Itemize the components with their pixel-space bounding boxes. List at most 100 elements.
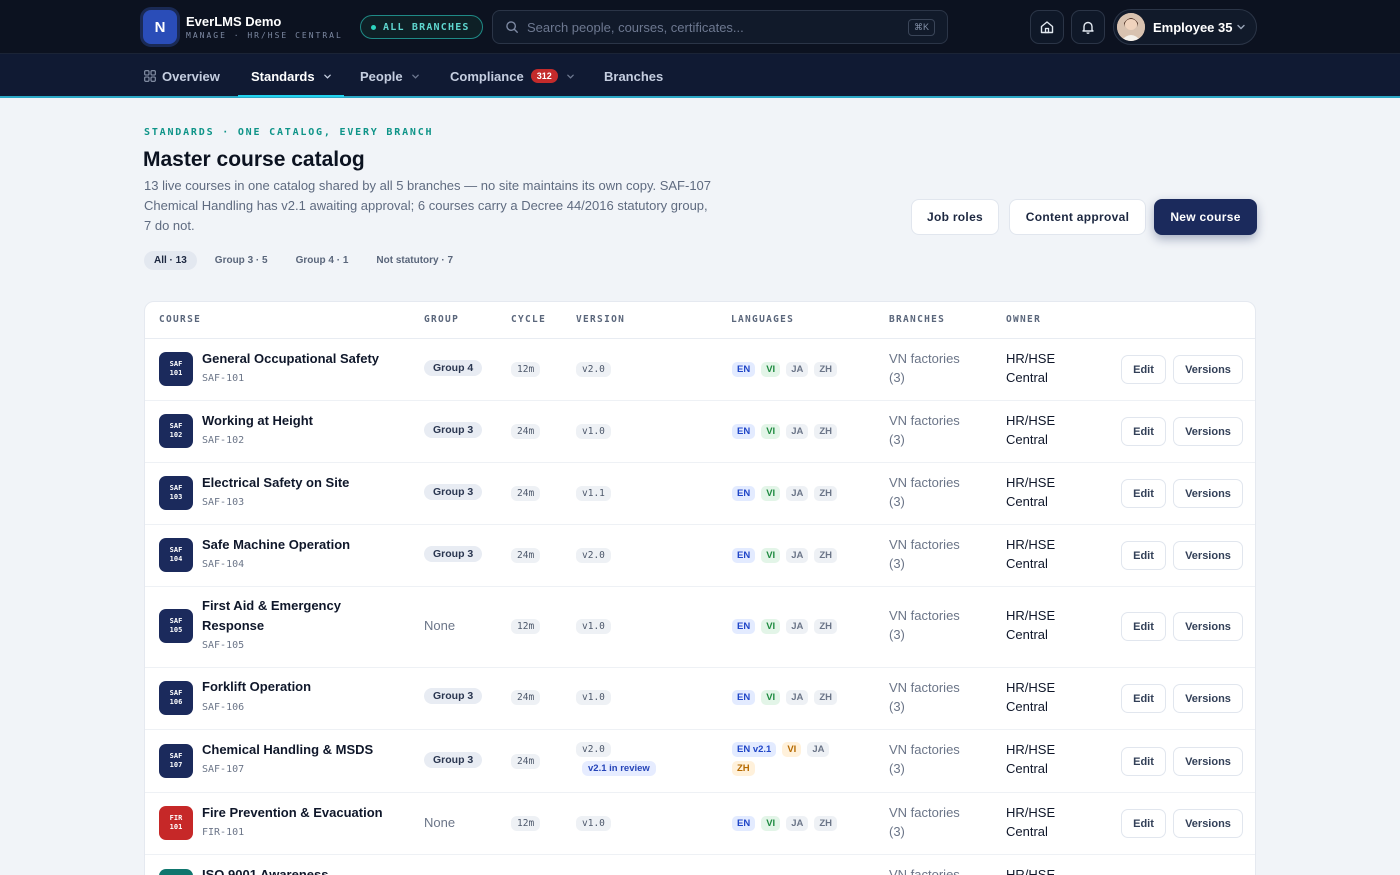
lang-tag: JA [786,486,809,501]
group-badge: Group 3 [424,484,483,500]
course-icon: SAF 107 [159,744,193,778]
nav-compliance[interactable]: Compliance 312 [450,54,575,98]
search-input[interactable] [527,19,908,35]
course-name[interactable]: Working at Height [202,411,313,431]
course-code: SAF-106 [202,702,245,713]
versions-button[interactable]: Versions [1173,417,1243,446]
owner-cell: HR/HSE Central [1006,742,1056,776]
filter-group-3[interactable]: Group 3 · 5 [205,251,278,270]
versions-button[interactable]: Versions [1173,541,1243,570]
edit-button[interactable]: Edit [1121,684,1166,713]
nav-people[interactable]: People [360,54,420,98]
branches-cell: VN factories (3) [889,351,960,385]
course-icon: SAF 103 [159,476,193,510]
course-name[interactable]: First Aid & Emergency Response [202,596,341,636]
page-description: 13 live courses in one catalog shared by… [144,178,712,233]
nav-overview[interactable]: Overview [144,54,220,98]
column-branches: BRANCHES [889,314,946,325]
language-tags: EN VI JA ZH [732,424,838,439]
user-menu[interactable]: Employee 35 [1113,9,1257,45]
edit-button[interactable]: Edit [1121,809,1166,838]
filter-group-4[interactable]: Group 4 · 1 [286,251,359,270]
owner-cell: HR/HSE Central [1006,537,1056,571]
nav-standards[interactable]: Standards [251,54,332,98]
branch-scope-pill[interactable]: ALL BRANCHES [360,15,483,39]
chevron-down-icon [323,74,331,79]
search-bar[interactable]: ⌘K [492,10,948,44]
lang-tag: ZH [814,362,838,377]
owner-cell: HR/HSE Central [1006,608,1056,642]
grid-icon [144,70,156,82]
page-title: Master course catalog [143,148,365,171]
top-bar: N EverLMS Demo MANAGE · HR/HSE CENTRAL A… [0,0,1400,54]
cycle-tag: 24m [511,486,541,501]
course-name[interactable]: Forklift Operation [202,677,311,697]
lang-tag: VI [761,548,781,563]
nav-compliance-label: Compliance [450,68,524,84]
version-tag: v1.0 [576,424,611,439]
filter-all[interactable]: All · 13 [144,251,197,270]
edit-button[interactable]: Edit [1121,747,1166,776]
owner-cell: HR/HSE Central [1006,805,1056,839]
table-row[interactable]: SAF 107 Chemical Handling & MSDS SAF-107 … [145,730,1255,793]
course-name[interactable]: Safe Machine Operation [202,535,350,555]
table-header: COURSE GROUP CYCLE VERSION LANGUAGES BRA… [145,302,1255,339]
nav-overview-label: Overview [162,68,220,84]
home-button[interactable] [1030,10,1064,44]
lang-tag: ZH [814,816,838,831]
column-course: COURSE [159,314,202,325]
course-name[interactable]: General Occupational Safety [202,349,379,369]
versions-button[interactable]: Versions [1173,479,1243,508]
course-icon: SAF 106 [159,681,193,715]
table-row[interactable]: SAF 102 Working at Height SAF-102 Group 3… [145,401,1255,463]
versions-button[interactable]: Versions [1173,684,1243,713]
new-course-button[interactable]: New course [1154,199,1257,235]
nav-branches[interactable]: Branches [604,54,663,98]
course-name[interactable]: Chemical Handling & MSDS [202,740,373,760]
avatar [1117,13,1145,41]
table-row[interactable]: FIR 101 Fire Prevention & Evacuation FIR-… [145,793,1255,855]
language-tags: EN VI JA ZH [732,619,838,634]
chevron-down-icon [1237,24,1245,30]
table-row[interactable]: SAF 101 General Occupational Safety SAF-1… [145,339,1255,401]
notifications-button[interactable] [1071,10,1105,44]
course-name[interactable]: Fire Prevention & Evacuation [202,803,383,823]
brand[interactable]: N EverLMS Demo MANAGE · HR/HSE CENTRAL [143,10,343,44]
edit-button[interactable]: Edit [1121,417,1166,446]
versions-button[interactable]: Versions [1173,355,1243,384]
lang-tag: EN [732,548,756,563]
versions-button[interactable]: Versions [1173,747,1243,776]
content-approval-button[interactable]: Content approval [1009,199,1146,235]
versions-button[interactable]: Versions [1173,612,1243,641]
table-row[interactable]: SAF 106 Forklift Operation SAF-106 Group … [145,668,1255,730]
table-row[interactable]: ISO 9001 Awareness VN factories HR/HSE [145,855,1255,875]
main-nav: Overview Standards People Compliance 312… [0,54,1400,98]
lang-tag: JA [786,548,809,563]
table-row[interactable]: SAF 105 First Aid & Emergency Response SAF… [145,587,1255,668]
user-name: Employee 35 [1153,19,1233,35]
course-name[interactable]: ISO 9001 Awareness [202,865,328,875]
table-row[interactable]: SAF 104 Safe Machine Operation SAF-104 Gr… [145,525,1255,587]
pending-version-badge[interactable]: v2.1 in review [582,761,656,776]
job-roles-button[interactable]: Job roles [911,199,999,235]
app-name: EverLMS Demo [186,13,282,29]
version-tag: v2.0 [576,548,611,563]
language-tags: EN VI JA ZH [732,548,838,563]
edit-button[interactable]: Edit [1121,612,1166,641]
search-icon [506,21,518,33]
lang-tag: EN [732,486,756,501]
search-shortcut: ⌘K [907,18,935,36]
course-name[interactable]: Electrical Safety on Site [202,473,349,493]
table-row[interactable]: SAF 103 Electrical Safety on Site SAF-103… [145,463,1255,525]
compliance-count-badge: 312 [530,69,558,83]
edit-button[interactable]: Edit [1121,355,1166,384]
branch-scope-label: ALL BRANCHES [383,21,470,33]
filter-not-statutory[interactable]: Not statutory · 7 [366,251,463,270]
group-badge: Group 3 [424,752,483,768]
lang-tag: EN [732,362,756,377]
versions-button[interactable]: Versions [1173,809,1243,838]
edit-button[interactable]: Edit [1121,541,1166,570]
column-owner: OWNER [1006,314,1042,325]
edit-button[interactable]: Edit [1121,479,1166,508]
course-code: SAF-101 [202,373,245,384]
